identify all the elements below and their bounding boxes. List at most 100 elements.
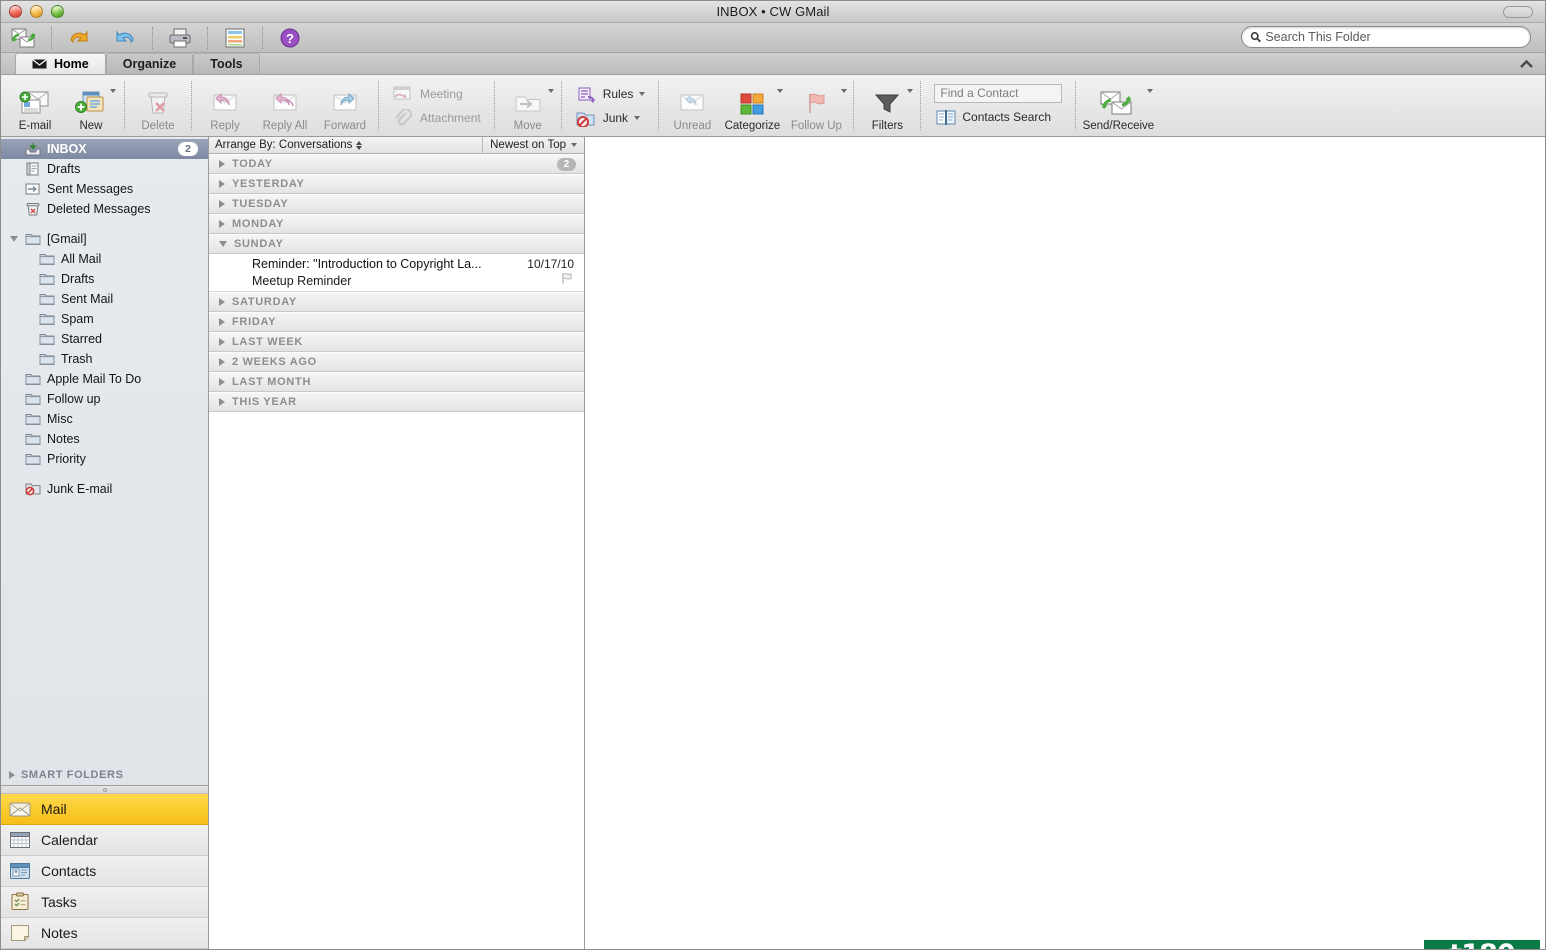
smart-folders-header[interactable]: SMART FOLDERS <box>1 765 208 785</box>
sidebar-folder-priority[interactable]: Priority <box>1 449 208 469</box>
folder-label: Sent Messages <box>47 182 134 196</box>
rules-caret-icon[interactable] <box>639 91 646 96</box>
folder-icon <box>25 454 41 465</box>
nav-pane-resize-handle[interactable] <box>1 786 208 794</box>
arrange-by-control[interactable]: Arrange By: Conversations <box>209 139 482 151</box>
junk-icon <box>576 112 595 127</box>
forward-button[interactable]: Forward <box>317 75 373 136</box>
chevron-up-icon[interactable] <box>1517 55 1535 73</box>
move-caret-icon[interactable] <box>547 89 554 93</box>
sidebar-folder-all-mail[interactable]: All Mail <box>1 249 208 269</box>
message-group-header[interactable]: SUNDAY <box>209 234 584 254</box>
search-this-folder-box[interactable] <box>1241 26 1531 48</box>
message-date: 10/17/10 <box>527 257 574 271</box>
sidebar-folder-starred[interactable]: Starred <box>1 329 208 349</box>
ribbon-divider-6 <box>658 81 660 130</box>
rules-icon <box>578 87 596 103</box>
sidebar-folder-inbox[interactable]: INBOX 2 <box>1 139 208 159</box>
sidebar-folder-junk-e-mail[interactable]: Junk E-mail <box>1 479 208 499</box>
undo-icon[interactable] <box>56 27 102 49</box>
folder-icon <box>25 394 41 405</box>
send-receive-caret-icon[interactable] <box>1147 89 1154 93</box>
attachment-button[interactable]: Attachment <box>390 107 483 129</box>
rules-button[interactable]: Rules <box>573 83 648 105</box>
junk-caret-icon[interactable] <box>634 115 641 120</box>
message-group-header[interactable]: SATURDAY <box>209 292 584 312</box>
sort-order-control[interactable]: Newest on Top <box>482 137 584 153</box>
sidebar-folder-apple-mail-to-do[interactable]: Apple Mail To Do <box>1 369 208 389</box>
contacts-search-button[interactable]: Contacts Search <box>934 107 1062 128</box>
tab-organize[interactable]: Organize <box>105 53 194 74</box>
sidebar-folder-sent-mail[interactable]: Sent Mail <box>1 289 208 309</box>
move-button[interactable]: Move <box>500 75 556 136</box>
contacts-search-label: Contacts Search <box>962 110 1052 124</box>
ribbon-divider-9 <box>1075 81 1077 130</box>
ribbon-divider-7 <box>853 81 855 130</box>
message-group-header[interactable]: LAST MONTH <box>209 372 584 392</box>
follow-up-button[interactable]: Follow Up <box>784 75 848 136</box>
message-group-header[interactable]: THIS YEAR <box>209 392 584 412</box>
flag-icon[interactable] <box>560 272 574 290</box>
nav-item-label: Notes <box>41 925 78 941</box>
drafts-icon <box>26 162 39 176</box>
toolbar-toggle-button[interactable] <box>1503 6 1533 18</box>
calendar-icon <box>10 832 30 848</box>
sidebar-folder-spam[interactable]: Spam <box>1 309 208 329</box>
nav-item-notes[interactable]: Notes <box>1 918 208 949</box>
notes-icon <box>11 925 30 942</box>
message-group-header[interactable]: 2 WEEKS AGO <box>209 352 584 372</box>
follow-up-caret-icon[interactable] <box>841 89 848 93</box>
send-receive-icon[interactable] <box>1 27 47 49</box>
new-item-button[interactable]: New <box>63 75 119 136</box>
message-group-header[interactable]: TODAY 2 <box>209 154 584 174</box>
sidebar-folder-misc[interactable]: Misc <box>1 409 208 429</box>
send-receive-button[interactable]: Send/Receive <box>1081 75 1155 136</box>
message-group-header[interactable]: MONDAY <box>209 214 584 234</box>
filters-button[interactable]: Filters <box>859 75 915 136</box>
nav-item-mail[interactable]: Mail <box>1 794 208 825</box>
categorize-button[interactable]: Categorize <box>720 75 784 136</box>
help-icon[interactable]: ? <box>267 27 313 49</box>
reading-pane-icon[interactable] <box>212 27 258 49</box>
reply-button[interactable]: Reply <box>197 75 253 136</box>
sidebar-folder-trash[interactable]: Trash <box>1 349 208 369</box>
search-input[interactable] <box>1265 30 1522 44</box>
nav-item-tasks[interactable]: Tasks <box>1 887 208 918</box>
attachment-label: Attachment <box>420 110 481 125</box>
filters-caret-icon[interactable] <box>907 89 914 93</box>
find-a-contact-input[interactable] <box>934 83 1063 103</box>
sidebar-folder-drafts[interactable]: Drafts <box>1 269 208 289</box>
message-group-header[interactable]: FRIDAY <box>209 312 584 332</box>
nav-item-contacts[interactable]: Contacts <box>1 856 208 887</box>
categorize-caret-icon[interactable] <box>777 89 784 93</box>
sidebar-folder-follow-up[interactable]: Follow up <box>1 389 208 409</box>
sidebar-folder-sent-messages[interactable]: Sent Messages <box>1 179 208 199</box>
message-group-header[interactable]: LAST WEEK <box>209 332 584 352</box>
message-group-header[interactable]: TUESDAY <box>209 194 584 214</box>
folder-label: All Mail <box>61 252 102 266</box>
toolbar-divider-3 <box>207 26 208 49</box>
chevron-right-icon <box>219 358 225 366</box>
sidebar-folder-deleted-messages[interactable]: Deleted Messages <box>1 199 208 219</box>
nav-item-calendar[interactable]: Calendar <box>1 825 208 856</box>
follow-up-icon <box>801 88 831 118</box>
delete-button[interactable]: Delete <box>130 75 186 136</box>
tab-tools[interactable]: Tools <box>193 53 260 74</box>
sidebar-folder-gmail[interactable]: [Gmail] <box>1 229 208 249</box>
redo-icon[interactable] <box>102 27 148 49</box>
chevron-down-icon[interactable] <box>9 236 19 242</box>
sidebar-folder-drafts[interactable]: Drafts <box>1 159 208 179</box>
unread-button[interactable]: Unread <box>664 75 720 136</box>
sidebar-folder-notes[interactable]: Notes <box>1 429 208 449</box>
reply-all-button[interactable]: Reply All <box>253 75 317 136</box>
message-group-label: FRIDAY <box>232 316 277 328</box>
print-icon[interactable] <box>157 27 203 49</box>
message-group-header[interactable]: YESTERDAY <box>209 174 584 194</box>
junk-button[interactable]: Junk <box>573 107 648 129</box>
tab-home[interactable]: Home <box>15 53 106 74</box>
new-email-button[interactable]: E-mail <box>7 75 63 136</box>
meeting-button[interactable]: Meeting <box>390 83 483 105</box>
reply-all-label: Reply All <box>262 120 308 132</box>
new-item-caret-icon[interactable] <box>110 89 116 93</box>
message-row[interactable]: Reminder: "Introduction to Copyright La.… <box>209 254 584 292</box>
